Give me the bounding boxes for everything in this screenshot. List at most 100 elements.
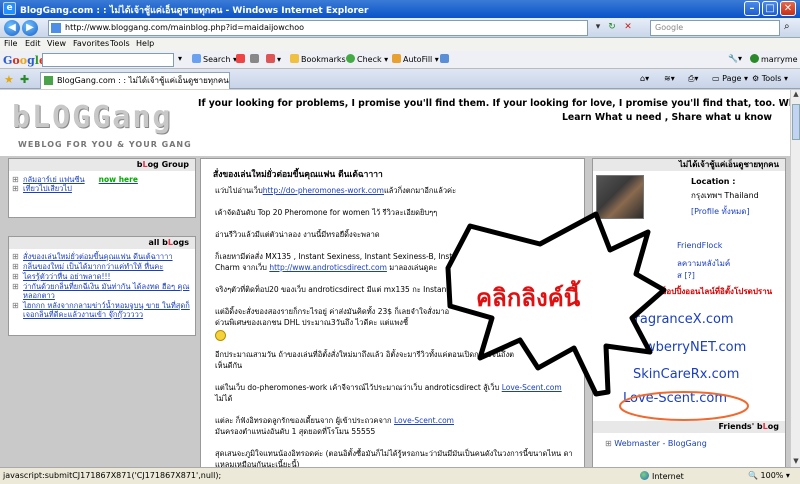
- page-viewport: bLOGGang WEBLOG FOR YOU & YOUR GANG If y…: [0, 90, 790, 467]
- post-paragraph-3: อ่านรีวิวแล้วมีแต่ตัวน่าลอง งานนี้มีทรอย…: [215, 230, 380, 239]
- favorites-star-icon[interactable]: ★: [4, 73, 14, 86]
- page-icon: [51, 23, 61, 33]
- google-icon-d[interactable]: [440, 54, 451, 64]
- add-favorites-icon[interactable]: ✚: [20, 73, 29, 86]
- shop-heading: ช็อปปิ้งออนไลน์ที่อิตั้งโปรดปราน: [661, 287, 773, 296]
- friends-blog-heading: Friends' bLog: [593, 421, 785, 433]
- shop-link-skincarerx[interactable]: SkinCareRx.com: [633, 367, 739, 382]
- blog-list-item[interactable]: ไฮกกก หลังจากกลามข่าว์น้ำหอมจูบนุ ขาย ใน…: [9, 301, 191, 319]
- page-menu-button[interactable]: ▭ Page ▾: [712, 74, 748, 83]
- google-autofill-button[interactable]: AutoFill ▾: [392, 54, 439, 64]
- blog-list-item[interactable]: กลิ่นของใหม่ เป็นได้มากกว่าแค่ทำให้ หื่น…: [9, 262, 191, 271]
- shop-link-fragrancex[interactable]: FragranceX.com: [628, 312, 734, 327]
- blog-list-item[interactable]: ไครรู้ตัวว่าหื่น อย่าพลาด!!!: [9, 272, 191, 281]
- ie-app-icon: e: [3, 2, 16, 15]
- all-blogs-box: all bLogs สั่งของเล่นใหม่ยั่วต่อมขี้นคุณ…: [8, 236, 196, 336]
- blog-header: bLOGGang WEBLOG FOR YOU & YOUR GANG If y…: [0, 90, 790, 156]
- address-dropdown-icon[interactable]: ▾: [592, 21, 604, 33]
- androtics-link[interactable]: http://www.androticsdirect.com: [269, 263, 387, 272]
- menu-favorites[interactable]: Favorites: [73, 39, 109, 48]
- post-paragraph-4a: ก็เลยหามีต่ลสั่ง MX135 , Instant Sexines…: [215, 252, 465, 261]
- google-search-button[interactable]: Search ▾: [192, 54, 237, 64]
- close-window-button[interactable]: ✕: [780, 1, 796, 16]
- post-paragraph-7b: เห็นดีกัน: [215, 361, 243, 370]
- forward-button[interactable]: ▶: [22, 20, 38, 36]
- search-icon[interactable]: ⌕: [784, 21, 796, 33]
- menu-help[interactable]: Help: [136, 39, 154, 48]
- help-qmark-link[interactable]: ส [?]: [677, 269, 695, 282]
- google-search-input[interactable]: [42, 53, 174, 67]
- love-scent-link[interactable]: Love-Scent.com: [502, 383, 562, 392]
- post-paragraph-2: เค้าจัดอันดับ Top 20 Pheromone for women…: [215, 208, 438, 217]
- back-button[interactable]: ◀: [4, 20, 20, 36]
- post-paragraph-7a: อีกประมาณสามวัน ถ้าของเล่นที่อิตั้งสั่งใ…: [215, 350, 515, 359]
- profile-sidebar: ไม่ได้เจ้าชู้แค่เอ็นดูชายทุกคน Location …: [592, 158, 786, 467]
- stop-icon[interactable]: ✕: [622, 21, 634, 33]
- post-paragraph-8b: ไม่ได้: [215, 394, 233, 403]
- google-go-icon[interactable]: ▾: [178, 54, 182, 63]
- click-this-link-callout: คลิกลิงค์นี้: [476, 284, 581, 312]
- google-settings-icon[interactable]: 🔧▾: [728, 54, 742, 63]
- group-link-1[interactable]: กลัมอาร์เย่ แฟนซีนnow here: [9, 175, 195, 184]
- scroll-up-icon[interactable]: ▲: [791, 90, 800, 100]
- header-quote-2: Learn What u need , Share what u know: [561, 112, 772, 123]
- group-link-2[interactable]: เที่ยวไปเสียวไป: [9, 184, 195, 193]
- address-row: ◀ ▶ http://www.bloggang.com/mainblog.php…: [0, 18, 800, 38]
- google-icon-a[interactable]: [236, 54, 247, 64]
- smiley-emoticon: [215, 330, 226, 344]
- address-bar[interactable]: http://www.bloggang.com/mainblog.php?id=…: [48, 20, 588, 36]
- bloggang-logo[interactable]: bLOGGang: [12, 100, 173, 135]
- tab-favicon: [44, 76, 53, 85]
- blog-group-heading: bLog Group: [9, 159, 195, 171]
- minimize-button[interactable]: –: [744, 1, 760, 16]
- vertical-scrollbar[interactable]: ▲ ▼: [790, 90, 800, 467]
- browser-tab[interactable]: BlogGang.com : : ไม่ได้เจ้าชู้แค่เอ็นดูช…: [40, 72, 230, 89]
- google-toolbar: Google ▾ Search ▾ ▾ Bookmarks ▾ Check ▾ …: [0, 51, 800, 69]
- google-icon-b[interactable]: [250, 54, 261, 64]
- left-column: bLog Group กลัมอาร์เย่ แฟนซีนnow here เท…: [8, 158, 196, 336]
- blog-group-box: bLog Group กลัมอาร์เย่ แฟนซีนnow here เท…: [8, 158, 196, 218]
- post-paragraph-6a: แต่อิดิ้งจะสั่งของสองรายก็กระไรอยู่ ค่าส…: [215, 307, 450, 316]
- google-bookmarks-button[interactable]: Bookmarks ▾: [290, 54, 352, 64]
- menu-file[interactable]: File: [4, 39, 17, 48]
- blog-tagline: WEBLOG FOR YOU & YOUR GANG: [18, 140, 192, 149]
- location-value: กรุงเทพฯ Thailand: [691, 191, 759, 200]
- window-title: BlogGang.com : : ไม่ได้เจ้าชู้แค่เอ็นดูช…: [20, 6, 369, 16]
- print-icon[interactable]: ⎙▾: [688, 74, 698, 84]
- love-scent-link-2[interactable]: Love-Scent.com: [394, 416, 454, 425]
- menu-view[interactable]: View: [47, 39, 66, 48]
- maximize-button[interactable]: □: [762, 1, 778, 16]
- scroll-down-icon[interactable]: ▼: [791, 457, 800, 467]
- feeds-icon[interactable]: ≋▾: [664, 74, 675, 83]
- live-search-input[interactable]: Google: [650, 20, 780, 36]
- google-user-button[interactable]: marryme ▾: [750, 54, 800, 64]
- profile-heading: ไม่ได้เจ้าชู้แค่เอ็นดูชายทุกคน: [593, 159, 785, 171]
- post-paragraph-6b: ด่วนพิเศษของเอกชน DHL ประมาณ3วันถึง ไวดี…: [215, 318, 409, 327]
- home-icon[interactable]: ⌂▾: [640, 74, 649, 83]
- globe-icon: [640, 471, 649, 480]
- google-icon-c[interactable]: ▾: [266, 54, 281, 64]
- tools-menu-button[interactable]: ⚙ Tools ▾: [752, 74, 788, 83]
- status-bar: javascript:submitCJ171867X871('CJ171867X…: [0, 467, 800, 484]
- address-url: http://www.bloggang.com/mainblog.php?id=…: [65, 23, 304, 32]
- post-paragraph-5: จริงๆตัวที่ติดท็อป20 ของเว็บ androticsdi…: [215, 285, 450, 294]
- post-paragraph-10a: สุดเสนจะภูมิใจแทนน้องอิทรอดค่ะ (ตอนอิตั้…: [215, 449, 573, 458]
- avatar[interactable]: [596, 175, 644, 219]
- friendflock-link[interactable]: FriendFlock: [677, 241, 722, 250]
- security-zone: Internet: [640, 471, 684, 481]
- menu-tools[interactable]: Tools: [110, 39, 130, 48]
- shop-link-strawberrynet[interactable]: awberryNET.com: [637, 340, 746, 355]
- pheromones-link[interactable]: http://do-pheromones-work.com: [263, 186, 384, 195]
- post-paragraph-9: แต่ละ ก็ฟังอิทรอดลูกรักของเดี้ยนจาก ผู้เ…: [215, 416, 454, 425]
- google-check-button[interactable]: Check ▾: [346, 54, 388, 64]
- zoom-level[interactable]: 🔍 100% ▾: [748, 471, 790, 480]
- profile-link[interactable]: [Profile ทั้งหมด]: [691, 205, 750, 218]
- menu-edit[interactable]: Edit: [25, 39, 41, 48]
- shop-link-love-scent[interactable]: Love-Scent.com: [623, 391, 727, 406]
- friend-link-webmaster[interactable]: ⊞ Webmaster - BlogGang: [605, 439, 707, 448]
- blog-list-item[interactable]: ว่ากันด้วยกลิ่นที่ยกฉีเงิน มันท่ากัน ได้…: [9, 282, 191, 300]
- blog-list-item[interactable]: สั่งของเล่นใหม่ยั่วต่อมขี้นคุณแฟน ดีนเต้…: [9, 252, 191, 261]
- refresh-icon[interactable]: ↻: [606, 21, 618, 33]
- status-text: javascript:submitCJ171867X871('CJ171867X…: [3, 471, 222, 480]
- scroll-thumb[interactable]: [792, 104, 800, 140]
